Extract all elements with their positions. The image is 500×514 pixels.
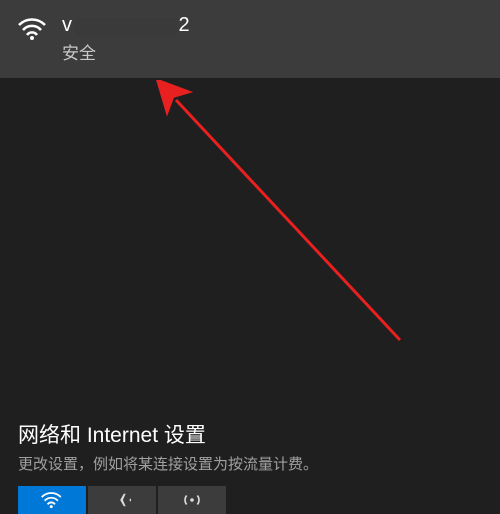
wifi-tile[interactable] (18, 486, 86, 514)
settings-section: 网络和 Internet 设置 更改设置，例如将某连接设置为按流量计费。 (0, 419, 500, 514)
wifi-icon (18, 17, 48, 46)
network-name: v2 (62, 14, 190, 37)
airplane-tile[interactable] (88, 486, 156, 514)
hotspot-tile[interactable] (158, 486, 226, 514)
redacted-text (75, 18, 177, 36)
arrow-annotation (150, 80, 450, 400)
settings-description: 更改设置，例如将某连接设置为按流量计费。 (18, 453, 482, 474)
wifi-network-item[interactable]: v2 安全 (0, 0, 500, 78)
network-name-prefix: v (62, 14, 73, 36)
network-status: 安全 (62, 39, 190, 64)
quick-action-row (18, 486, 482, 514)
settings-title[interactable]: 网络和 Internet 设置 (18, 419, 482, 449)
network-info: v2 安全 (62, 14, 190, 64)
network-name-suffix: 2 (179, 14, 191, 36)
